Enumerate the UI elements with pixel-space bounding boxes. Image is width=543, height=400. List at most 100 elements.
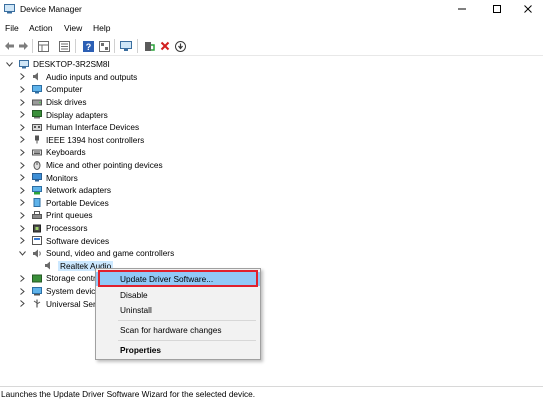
tree-item-software-devices[interactable]: Software devices (18, 234, 109, 247)
menu-item-scan-hardware[interactable]: Scan for hardware changes (96, 323, 260, 337)
speaker-icon (44, 261, 54, 270)
chevron-right-icon[interactable] (18, 111, 26, 119)
chevron-right-icon[interactable] (18, 224, 26, 232)
tree-item-hid[interactable]: Human Interface Devices (18, 121, 139, 134)
menu-item-properties[interactable]: Properties (96, 343, 260, 357)
tree-item-label: Mice and other pointing devices (46, 160, 163, 171)
tree-item-label: Processors (46, 223, 88, 234)
monitor-button[interactable] (120, 40, 132, 52)
menu-view[interactable]: View (64, 23, 82, 33)
chevron-right-icon[interactable] (18, 73, 26, 81)
sound-icon (32, 249, 42, 258)
tree-item-processors[interactable]: Processors (18, 222, 88, 235)
tree-item-label: System device (46, 286, 100, 297)
tree-item-label: IEEE 1394 host controllers (46, 134, 145, 145)
back-icon (4, 42, 14, 50)
menu-help[interactable]: Help (93, 23, 110, 33)
highlight-box (98, 270, 258, 287)
tree-item-network-adapters[interactable]: Network adapters (18, 184, 111, 197)
uninstall-button[interactable] (159, 40, 171, 52)
tree-item-label: Audio inputs and outputs (46, 71, 138, 82)
tree-item-label: Network adapters (46, 185, 112, 196)
chevron-right-icon[interactable] (18, 148, 26, 156)
software-device-icon (32, 236, 42, 246)
chevron-down-icon[interactable] (18, 249, 26, 257)
system-device-icon (32, 286, 42, 296)
chevron-right-icon[interactable] (18, 211, 26, 219)
tree-item-system-devices[interactable]: System device (18, 285, 100, 298)
tree-item-computer[interactable]: Computer (18, 83, 82, 96)
tree-item-label: Human Interface Devices (46, 122, 140, 133)
device-tree: DESKTOP-3R2SM8I Audio inputs and outputs… (0, 56, 543, 385)
maximize-button[interactable] (482, 0, 512, 18)
view-button[interactable] (98, 40, 110, 52)
tree-item-mice[interactable]: Mice and other pointing devices (18, 159, 163, 172)
tree-item-storage-controllers[interactable]: Storage contro (18, 272, 100, 285)
processor-icon (32, 224, 42, 233)
chevron-right-icon[interactable] (18, 85, 26, 93)
help-button[interactable]: ? (82, 40, 94, 52)
chevron-right-icon[interactable] (18, 274, 26, 282)
tree-item-disk-drives[interactable]: Disk drives (18, 96, 87, 109)
toolbar-separator (137, 39, 138, 53)
tree-item-keyboards[interactable]: Keyboards (18, 146, 86, 159)
tree-item-audio-inputs[interactable]: Audio inputs and outputs (18, 71, 137, 84)
minimize-button[interactable] (447, 0, 477, 18)
chevron-right-icon[interactable] (18, 199, 26, 207)
tree-item-portable-devices[interactable]: Portable Devices (18, 197, 109, 210)
close-button[interactable] (513, 0, 543, 18)
menu-bar: File Action View Help (0, 20, 543, 34)
forward-button[interactable] (17, 40, 29, 52)
view-list-button[interactable] (58, 40, 70, 52)
tree-item-display-adapters[interactable]: Display adapters (18, 108, 108, 121)
speaker-icon (32, 72, 42, 81)
scan-button[interactable] (174, 40, 186, 52)
mouse-icon (32, 160, 42, 170)
tree-root-label: DESKTOP-3R2SM8I (33, 59, 110, 70)
toolbar-separator (32, 39, 33, 53)
toolbar-separator (114, 39, 115, 53)
tree-item-ieee1394[interactable]: IEEE 1394 host controllers (18, 134, 144, 147)
back-button[interactable] (3, 40, 15, 52)
chevron-right-icon[interactable] (18, 161, 26, 169)
tree-item-print-queues[interactable]: Print queues (18, 209, 93, 222)
printer-icon (32, 210, 42, 220)
tree-item-sound-video[interactable]: Sound, video and game controllers (18, 247, 174, 260)
chevron-right-icon[interactable] (18, 98, 26, 106)
tree-item-monitors[interactable]: Monitors (18, 171, 78, 184)
chevron-right-icon[interactable] (18, 237, 26, 245)
monitor-icon (120, 40, 132, 51)
menu-file[interactable]: File (5, 23, 19, 33)
tree-item-label: Computer (46, 84, 83, 95)
properties-grid-button[interactable] (37, 40, 49, 52)
menu-item-disable[interactable]: Disable (96, 288, 260, 302)
computer-icon (32, 84, 42, 94)
tree-item-label: Print queues (46, 210, 93, 221)
update-driver-icon (144, 41, 155, 51)
chevron-right-icon[interactable] (18, 287, 26, 295)
monitor-icon (32, 173, 42, 182)
tree-item-label: Universal Seria (46, 298, 103, 309)
tree-item-usb-controllers[interactable]: Universal Seria (18, 297, 102, 310)
title-bar: Device Manager (0, 0, 543, 18)
update-driver-button[interactable] (143, 40, 155, 52)
menu-item-uninstall[interactable]: Uninstall (96, 303, 260, 317)
menu-action[interactable]: Action (29, 23, 53, 33)
toolbar: ? (0, 36, 543, 56)
chevron-right-icon[interactable] (18, 136, 26, 144)
chevron-right-icon[interactable] (18, 300, 26, 308)
chevron-right-icon[interactable] (18, 186, 26, 194)
window-title: Device Manager (20, 4, 82, 14)
chevron-down-icon[interactable] (5, 60, 13, 68)
view-list-icon (58, 40, 70, 52)
tree-root[interactable]: DESKTOP-3R2SM8I (5, 58, 110, 71)
chevron-right-icon[interactable] (18, 123, 26, 131)
chevron-right-icon[interactable] (18, 174, 26, 182)
menu-separator (118, 320, 256, 321)
toolbar-separator (75, 39, 76, 53)
tree-item-label: Sound, video and game controllers (46, 248, 175, 259)
tree-item-label: Storage contro (46, 273, 101, 284)
view-icon (98, 40, 110, 52)
svg-text:?: ? (85, 42, 91, 52)
usb-icon (32, 299, 42, 308)
